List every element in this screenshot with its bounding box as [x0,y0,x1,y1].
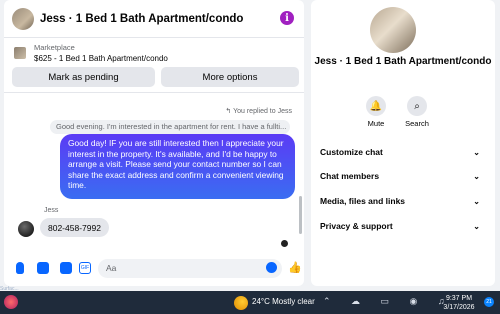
incoming-message[interactable]: 802-458-7992 [40,218,109,237]
photo-icon[interactable] [37,262,49,274]
sticker-icon[interactable] [60,262,72,274]
info-icon[interactable]: i [280,11,294,25]
chat-details-title: Jess · 1 Bed 1 Bath Apartment/condo [314,56,492,67]
quoted-message[interactable]: Good evening. I'm interested in the apar… [50,120,290,134]
chat-avatar[interactable] [370,7,416,53]
message-scrollbar[interactable] [299,196,302,234]
section-privacy-support[interactable]: Privacy & support ⌄ [320,219,480,233]
gif-icon[interactable]: GIF [79,262,91,274]
reply-arrow-icon: ↰ [225,108,234,115]
search-label: Search [405,119,429,128]
mute-label: Mute [367,119,385,128]
reply-note: You replied to Jess [233,108,292,115]
conversation-header: Jess · 1 Bed 1 Bath Apartment/condo i [4,0,304,38]
listing-detail: $625 - 1 Bed 1 Bath Apartment/condo [34,54,168,63]
section-label: Privacy & support [320,221,393,231]
chevron-down-icon: ⌄ [473,171,480,181]
listing-source-label: Marketplace [34,43,75,52]
thumbs-up-icon[interactable]: 👍 [288,262,302,274]
clock[interactable]: 9:37 PM 3/17/2026 [436,294,482,312]
time: 9:37 PM [445,295,473,302]
section-label: Customize chat [320,147,383,157]
section-customize-chat[interactable]: Customize chat ⌄ [320,145,480,159]
section-label: Chat members [320,171,380,181]
outgoing-message[interactable]: Good day! IF you are still interested th… [60,134,295,199]
divider [4,92,304,93]
conversation-title[interactable]: Jess · 1 Bed 1 Bath Apartment/condo [40,13,243,25]
app-icon[interactable] [4,295,18,309]
listing-avatar[interactable] [12,7,34,30]
sender-avatar[interactable] [18,221,34,237]
more-options-button[interactable]: More options [161,67,299,87]
system-tray-icons[interactable]: ⌃ ☁ ▭ ◉ ♫ [323,296,454,307]
section-media-files-links[interactable]: Media, files and links ⌄ [320,194,480,208]
date: 3/17/2026 [443,304,475,311]
weather-text[interactable]: 24°C Mostly clear [252,297,315,306]
conversation-pane: Jess · 1 Bed 1 Bath Apartment/condo i Ma… [4,0,304,286]
seen-avatar-icon [281,240,288,247]
message-input[interactable]: Aa [98,259,282,278]
microphone-icon[interactable] [16,262,24,274]
chevron-down-icon: ⌄ [473,196,480,206]
weather-icon[interactable] [234,296,248,310]
mute-button[interactable]: 🔔 Mute [358,96,394,128]
taskbar: 24°C Mostly clear ⌃ ☁ ▭ ◉ ♫ 9:37 PM 3/17… [0,291,500,314]
message-composer: GIF Aa 👍 [4,258,304,280]
notification-badge[interactable]: 21 [484,297,494,307]
listing-thumbnail [14,47,26,59]
search-icon: ⌕ [407,96,427,116]
chevron-down-icon: ⌄ [473,147,480,157]
chevron-down-icon: ⌄ [473,221,480,231]
mark-as-pending-button[interactable]: Mark as pending [12,67,155,87]
section-chat-members[interactable]: Chat members ⌄ [320,169,480,183]
listing-summary[interactable]: Marketplace $625 - 1 Bed 1 Bath Apartmen… [4,40,304,66]
bell-icon: 🔔 [366,96,386,116]
search-button[interactable]: ⌕ Search [399,96,435,128]
sender-name: Jess [44,207,59,214]
emoji-icon[interactable] [266,262,277,273]
reply-indicator: ↰ You replied to Jess [225,107,292,115]
section-label: Media, files and links [320,196,406,206]
